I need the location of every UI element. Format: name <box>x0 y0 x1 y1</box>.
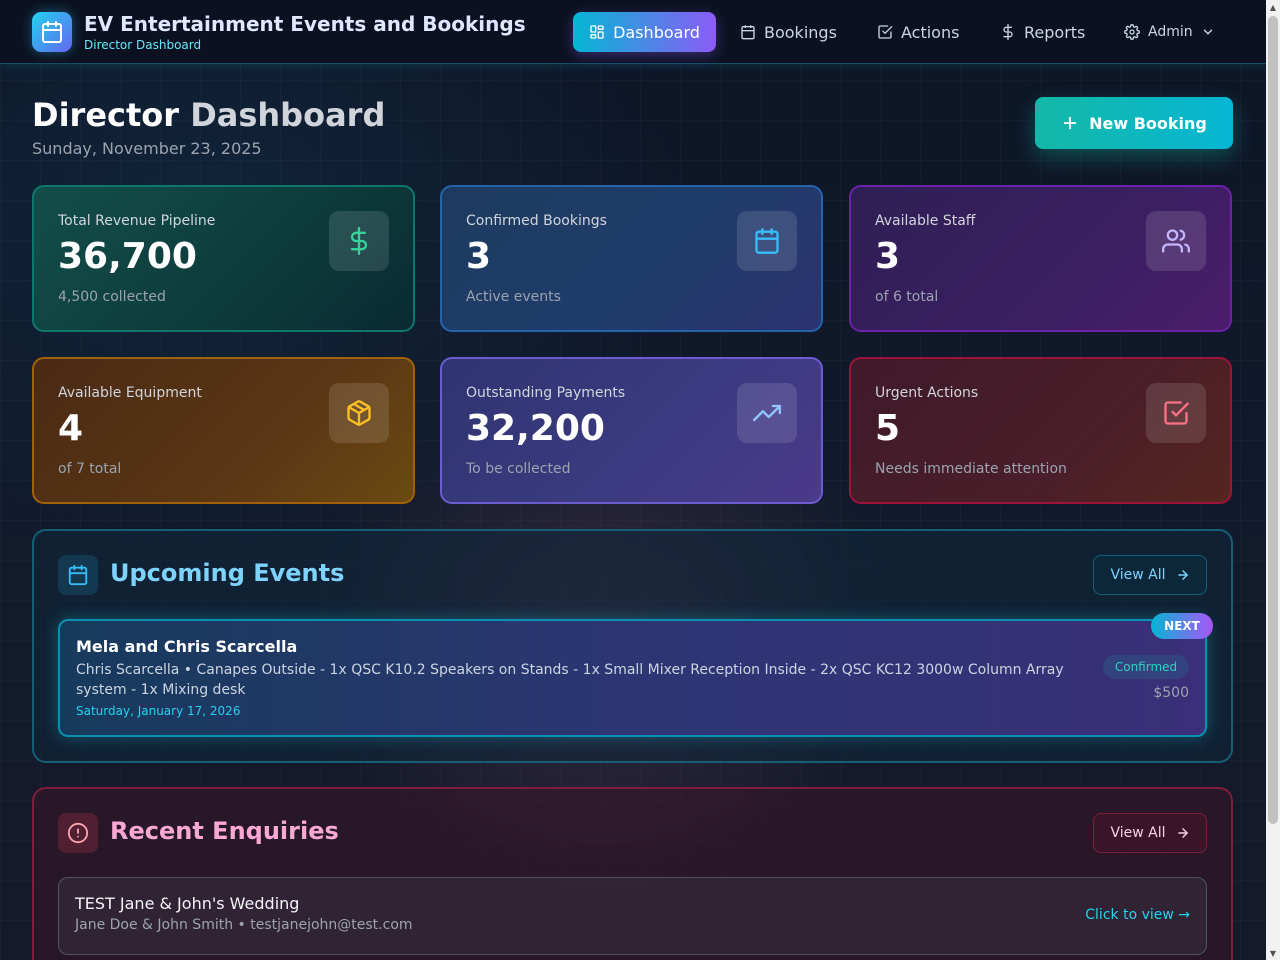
event-description: Chris Scarcella • Canapes Outside - 1x Q… <box>76 662 1064 698</box>
enquiry-subtitle: Jane Doe & John Smith • testjanejohn@tes… <box>75 917 413 933</box>
nav-dashboard-label: Dashboard <box>613 22 700 42</box>
app-subtitle: Director Dashboard <box>84 38 202 52</box>
nav-admin-label: Admin <box>1148 24 1193 40</box>
click-to-view-link[interactable]: Click to view → <box>1085 907 1190 923</box>
stat-sub: of 6 total <box>875 288 939 305</box>
calendar-icon <box>68 564 88 586</box>
stat-sub: of 7 total <box>58 460 122 477</box>
gear-icon <box>1124 24 1140 40</box>
nav-actions-label: Actions <box>901 22 960 42</box>
dollar-icon <box>350 227 368 255</box>
stat-sub: 4,500 collected <box>58 288 166 305</box>
arrow-right-icon <box>1177 828 1188 838</box>
enquiry-item[interactable]: TEST Jane & John's Wedding Jane Doe & Jo… <box>58 877 1207 955</box>
enquiries-view-all-button[interactable]: View All <box>1093 813 1207 853</box>
users-icon <box>1162 229 1190 253</box>
page-title-second: Dashboard <box>190 96 386 134</box>
stat-card-confirmed-bookings[interactable]: Confirmed Bookings 3 Active events <box>440 185 823 332</box>
recent-enquiries-icon-box <box>58 813 98 853</box>
event-title: Mela and Chris Scarcella <box>76 637 298 656</box>
checkbox-icon <box>1164 401 1189 425</box>
stat-card-available-equipment[interactable]: Available Equipment 4 of 7 total <box>32 357 415 504</box>
scroll-up-icon[interactable]: ▲ <box>1266 0 1280 14</box>
nav-reports-label: Reports <box>1024 22 1086 42</box>
checkbox-icon <box>878 25 893 39</box>
scroll-thumb[interactable] <box>1268 16 1278 824</box>
dashboard-icon <box>590 25 604 39</box>
enquiry-title: TEST Jane & John's Wedding <box>75 894 300 913</box>
upcoming-events-icon-box <box>58 555 98 595</box>
nav-bookings[interactable]: Bookings <box>724 12 853 52</box>
stat-card-available-staff[interactable]: Available Staff 3 of 6 total <box>849 185 1232 332</box>
stat-card-urgent-actions[interactable]: Urgent Actions 5 Needs immediate attenti… <box>849 357 1232 504</box>
stat-icon-box <box>1146 211 1206 271</box>
status-badge: Confirmed <box>1103 655 1189 679</box>
alert-circle-icon <box>67 822 89 844</box>
page-title-first: Director <box>32 96 180 134</box>
trending-up-icon <box>753 404 781 422</box>
stat-icon-box <box>737 383 797 443</box>
event-price: $500 <box>1153 685 1189 701</box>
view-all-label: View All <box>1110 567 1166 583</box>
nav-dashboard[interactable]: Dashboard <box>573 12 716 52</box>
calendar-icon <box>741 25 755 40</box>
event-date: Saturday, January 17, 2026 <box>76 704 241 718</box>
stat-card-outstanding-payments[interactable]: Outstanding Payments 32,200 To be collec… <box>440 357 823 504</box>
plus-icon <box>1063 116 1077 130</box>
chevron-down-icon <box>1203 29 1212 35</box>
new-booking-label: New Booking <box>1089 113 1207 133</box>
nav-admin-dropdown[interactable]: Admin <box>1108 12 1231 52</box>
view-all-label: View All <box>1110 825 1166 841</box>
stat-sub: To be collected <box>466 460 571 477</box>
stat-icon-box <box>329 383 389 443</box>
upcoming-events-panel: Upcoming Events View All NEXT Mela and C… <box>32 529 1233 763</box>
page-scrollbar[interactable]: ▲ ▼ <box>1266 0 1280 960</box>
page-date: Sunday, November 23, 2025 <box>32 139 262 158</box>
recent-enquiries-panel: Recent Enquiries View All TEST Jane & Jo… <box>32 787 1233 960</box>
app-logo[interactable] <box>32 12 72 52</box>
stat-sub: Active events <box>466 288 561 305</box>
next-badge: NEXT <box>1151 613 1213 639</box>
arrow-right-icon <box>1177 570 1188 580</box>
event-card[interactable]: NEXT Mela and Chris Scarcella Chris Scar… <box>58 613 1213 737</box>
recent-enquiries-title: Recent Enquiries <box>110 817 339 845</box>
scroll-down-icon[interactable]: ▼ <box>1266 946 1280 960</box>
stat-icon-box <box>1146 383 1206 443</box>
app-title: EV Entertainment Events and Bookings <box>84 12 526 36</box>
calendar-icon <box>42 21 62 43</box>
top-navbar: EV Entertainment Events and Bookings Dir… <box>0 0 1266 64</box>
dollar-icon <box>1003 24 1013 40</box>
stat-card-revenue[interactable]: Total Revenue Pipeline 36,700 4,500 coll… <box>32 185 415 332</box>
upcoming-events-title: Upcoming Events <box>110 559 345 587</box>
box-icon <box>347 400 371 426</box>
new-booking-button[interactable]: New Booking <box>1035 97 1233 149</box>
stat-icon-box <box>329 211 389 271</box>
upcoming-view-all-button[interactable]: View All <box>1093 555 1207 595</box>
page-title: Director Dashboard <box>32 96 385 134</box>
stat-icon-box <box>737 211 797 271</box>
calendar-icon <box>755 228 779 254</box>
nav-actions[interactable]: Actions <box>861 12 975 52</box>
nav-bookings-label: Bookings <box>764 22 837 42</box>
nav-reports[interactable]: Reports <box>984 12 1101 52</box>
stat-sub: Needs immediate attention <box>875 460 1067 477</box>
